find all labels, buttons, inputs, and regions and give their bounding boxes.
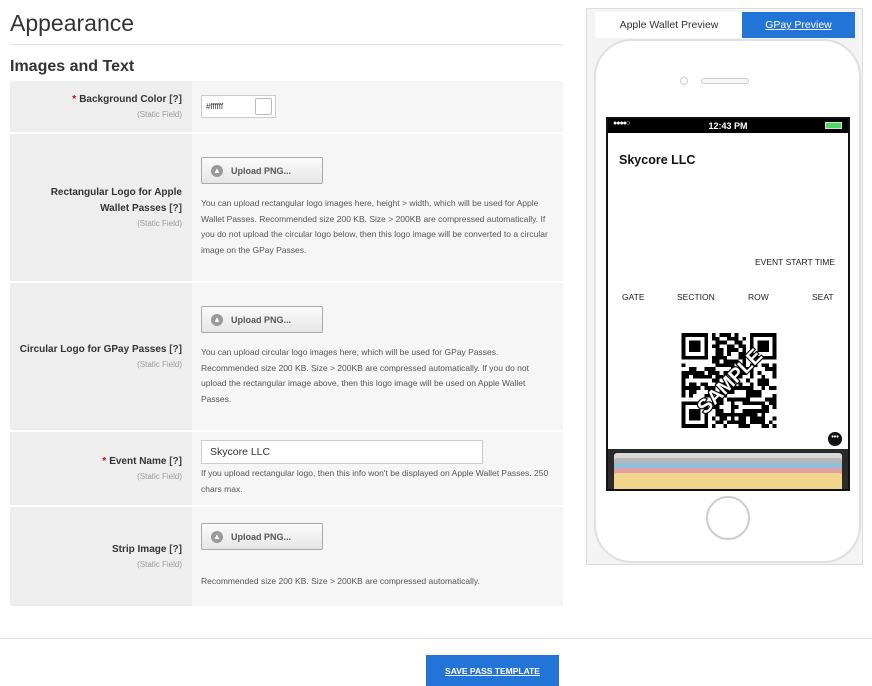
field-label-seat: SEAT xyxy=(812,292,834,302)
strip-image-hint: Recommended size 200 KB. Size > 200KB ar… xyxy=(201,576,480,587)
page-title: Appearance xyxy=(10,10,135,36)
event-name-hint: If you upload rectangular logo, then thi… xyxy=(201,468,549,494)
page-root: Appearance Images and Text * Background C… xyxy=(0,0,872,686)
help-icon[interactable]: [?] xyxy=(169,456,182,467)
label-cell: Strip Image [?] (Static Field) xyxy=(10,507,192,606)
event-start-time-label: EVENT START TIME xyxy=(755,257,835,267)
required-marker: * xyxy=(102,456,107,467)
home-button xyxy=(706,496,750,540)
circ-logo-upload-button[interactable]: ▲ Upload PNG... xyxy=(201,306,323,333)
form-row-circ-logo: Circular Logo for GPay Passes [?] (Stati… xyxy=(10,283,563,432)
required-marker: * xyxy=(72,94,77,105)
field-cell: #ffffff xyxy=(192,81,563,132)
form-row-rect-logo: Rectangular Logo for Apple Wallet Passes… xyxy=(10,134,563,283)
pass-name: Skycore LLC xyxy=(619,153,696,167)
pass-preview-panel: Apple Wallet Preview GPay Preview ●●●●○ … xyxy=(586,8,863,565)
label-cell: Circular Logo for GPay Passes [?] (Stati… xyxy=(10,283,192,430)
battery-icon xyxy=(825,122,842,129)
background-color-input[interactable]: #ffffff xyxy=(201,95,276,118)
help-icon[interactable]: [?] xyxy=(169,94,182,105)
strip-image-upload-button[interactable]: ▲ Upload PNG... xyxy=(201,523,323,551)
field-cell: Skycore LLC If you upload rectangular lo… xyxy=(192,432,563,505)
static-field-note: (Static Field) xyxy=(137,360,182,369)
static-field-note: (Static Field) xyxy=(137,472,182,481)
help-icon[interactable]: [?] xyxy=(169,203,182,214)
label-cell: * Background Color [?] (Static Field) xyxy=(10,81,192,132)
help-icon[interactable]: [?] xyxy=(169,544,182,555)
strip-image-label: Strip Image xyxy=(111,544,167,555)
event-name-label: Event Name xyxy=(109,456,167,467)
form-row-background-color: * Background Color [?] (Static Field) #ff… xyxy=(10,81,563,134)
rect-logo-label-line2: Wallet Passes xyxy=(100,203,167,214)
circ-logo-label: Circular Logo for GPay Passes xyxy=(19,344,167,355)
rect-logo-hint: You can upload rectangular logo images h… xyxy=(201,198,548,255)
field-cell: ▲ Upload PNG... You can upload circular l… xyxy=(192,283,563,430)
static-field-note: (Static Field) xyxy=(137,560,182,569)
background-color-value: #ffffff xyxy=(206,102,224,111)
rect-logo-upload-button[interactable]: ▲ Upload PNG... xyxy=(201,157,323,184)
save-pass-template-button[interactable]: SAVE PASS TEMPLATE xyxy=(426,655,559,686)
label-cell: * Event Name [?] (Static Field) xyxy=(10,432,192,505)
upload-icon: ▲ xyxy=(211,164,223,177)
title-divider xyxy=(10,44,563,45)
wallet-card xyxy=(614,473,842,489)
field-cell: ▲ Upload PNG... Recommended size 200 KB. … xyxy=(192,507,563,606)
circ-logo-hint: You can upload circular logo images here… xyxy=(201,347,529,404)
status-time: 12:43 PM xyxy=(708,121,748,131)
rect-logo-label-line1: Rectangular Logo for Apple xyxy=(50,187,182,198)
appearance-form: * Background Color [?] (Static Field) #ff… xyxy=(10,81,563,608)
tab-apple-wallet-preview[interactable]: Apple Wallet Preview xyxy=(595,12,743,38)
field-cell: ▲ Upload PNG... You can upload rectangula… xyxy=(192,134,563,281)
static-field-note: (Static Field) xyxy=(137,219,182,228)
event-name-value: Skycore LLC xyxy=(210,446,271,458)
footer-divider xyxy=(0,638,872,639)
more-options-icon[interactable]: ••• xyxy=(828,432,842,446)
color-swatch[interactable] xyxy=(255,98,272,115)
tab-gpay-preview[interactable]: GPay Preview xyxy=(742,12,855,38)
qr-code: SAMPLE xyxy=(681,333,777,428)
background-color-label: Background Color xyxy=(79,94,167,105)
help-icon[interactable]: [?] xyxy=(169,344,182,355)
speaker-grille xyxy=(701,78,749,84)
phone-screen: ●●●●○ 12:43 PM Skycore LLC EVENT START T… xyxy=(606,117,850,491)
phone-mockup: ●●●●○ 12:43 PM Skycore LLC EVENT START T… xyxy=(594,39,861,563)
label-cell: Rectangular Logo for Apple Wallet Passes… xyxy=(10,134,192,281)
upload-icon: ▲ xyxy=(211,530,223,543)
form-row-strip-image: Strip Image [?] (Static Field) ▲ Upload P… xyxy=(10,507,563,608)
static-field-note: (Static Field) xyxy=(137,110,182,119)
field-label-gate: GATE xyxy=(622,292,645,302)
upload-button-label: Upload PNG... xyxy=(231,165,292,176)
field-label-row: ROW xyxy=(748,292,769,302)
signal-icon: ●●●●○ xyxy=(613,120,630,127)
camera-icon xyxy=(680,77,688,85)
upload-button-label: Upload PNG... xyxy=(231,314,292,325)
wallet-card-stack xyxy=(608,449,848,489)
status-bar: ●●●●○ 12:43 PM xyxy=(608,119,848,133)
event-name-input[interactable]: Skycore LLC xyxy=(201,440,483,464)
upload-icon: ▲ xyxy=(211,313,223,326)
form-row-event-name: * Event Name [?] (Static Field) Skycore L… xyxy=(10,432,563,507)
field-label-section: SECTION xyxy=(677,292,715,302)
section-title: Images and Text xyxy=(10,58,135,75)
upload-button-label: Upload PNG... xyxy=(231,531,292,542)
